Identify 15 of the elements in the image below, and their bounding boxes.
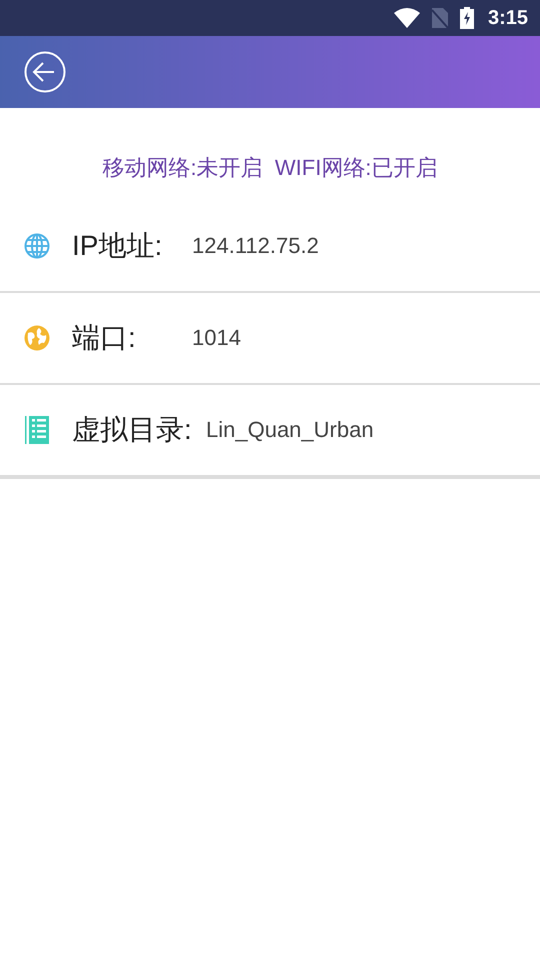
list-icon bbox=[25, 416, 49, 444]
field-value: 124.112.75.2 bbox=[192, 233, 319, 259]
network-status: 移动网络:未开启 WIFI网络:已开启 bbox=[102, 154, 438, 182]
status-time: 3:15 bbox=[488, 6, 528, 30]
field-value: Lin_Quan_Urban bbox=[206, 417, 374, 443]
field-label: 虚拟目录: bbox=[72, 413, 192, 447]
wifi-icon bbox=[394, 8, 420, 28]
globe-icon bbox=[24, 233, 50, 259]
field-label: IP地址: bbox=[72, 229, 164, 263]
earth-icon bbox=[24, 325, 50, 351]
battery-icon bbox=[460, 7, 474, 29]
field-label: 端口: bbox=[72, 321, 137, 355]
field-value: 1014 bbox=[192, 325, 241, 351]
back-icon[interactable] bbox=[24, 51, 66, 93]
no-sim-icon bbox=[432, 8, 448, 28]
